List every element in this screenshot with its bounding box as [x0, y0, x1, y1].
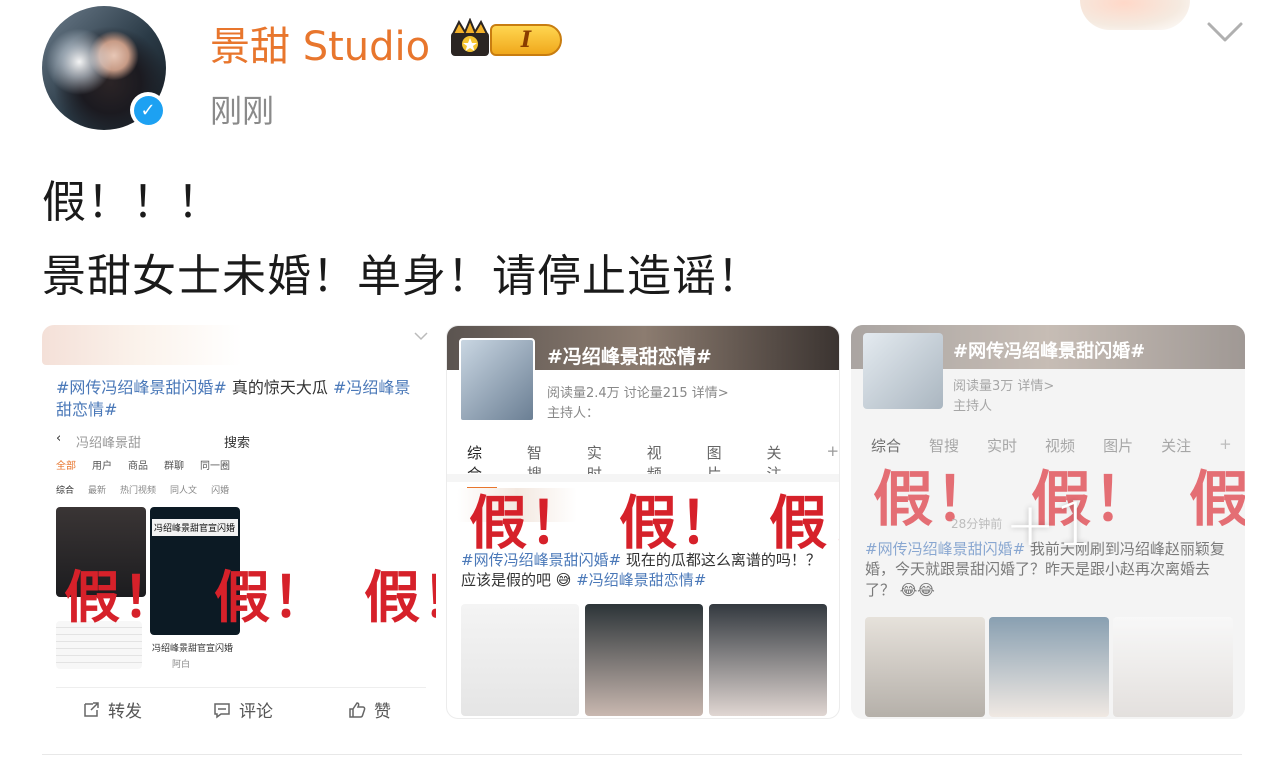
fake-overlay-word: 假！	[769, 489, 839, 557]
fake-overlay-word: 假！	[214, 565, 330, 631]
comment-button[interactable]: 评论	[213, 697, 273, 722]
post-text-line2: 景甜女士未婚！单身！请停止造谣！	[42, 251, 762, 302]
back-icon: ‹	[56, 431, 62, 446]
like-button[interactable]: 赞	[348, 697, 391, 722]
topic-stats: 阅读量2.4万 讨论量215 详情>	[547, 386, 729, 401]
vip-level-badge: I	[490, 24, 562, 56]
comment-label: 评论	[239, 702, 273, 722]
fake-overlay-word: 假！	[64, 565, 180, 631]
verified-icon: ✓	[133, 95, 163, 125]
video-title: 冯绍峰景甜官宣闪婚	[152, 519, 238, 536]
like-label: 赞	[374, 702, 391, 722]
divider	[42, 754, 1242, 755]
fake-overlay-word: 假！	[469, 489, 590, 557]
like-icon	[349, 701, 366, 718]
blurred-header	[42, 325, 242, 365]
image-preview	[709, 604, 827, 716]
comment-icon	[214, 702, 230, 718]
topic-cover	[459, 338, 535, 422]
decoration-sticker	[1080, 0, 1190, 30]
topic-title: #冯绍峰景甜恋情#	[547, 346, 712, 368]
repost-button[interactable]: 转发	[82, 697, 142, 722]
post-snippet: 真的惊天大瓜	[226, 378, 334, 397]
fake-overlay: 假！ 假！ 假！	[469, 476, 839, 560]
more-images-count[interactable]: +1	[1005, 490, 1093, 560]
verified-badge: ✓	[130, 92, 166, 128]
fake-overlay: 假！ 假！ 假！	[64, 553, 436, 634]
search-query: 冯绍峰景甜	[76, 436, 142, 451]
fake-overlay-word: 假！	[619, 489, 740, 557]
post-text-line1: 假！！！	[42, 177, 222, 228]
post-image-1[interactable]: #网传冯绍峰景甜闪婚# 真的惊天大瓜 #冯绍峰景甜恋情# ‹ 冯绍峰景甜 搜索 …	[42, 325, 436, 719]
image-preview	[585, 604, 703, 716]
hashtag-link[interactable]: #网传冯绍峰景甜闪婚#	[461, 551, 621, 569]
crown-icon	[451, 18, 489, 56]
search-subtabs: 综合 最新 热门视频 同人文 闪婚	[56, 486, 230, 496]
topic-host: 主持人：	[547, 406, 600, 421]
video-caption: 冯绍峰景甜官宣闪婚	[152, 644, 234, 654]
chevron-down-icon	[414, 332, 428, 341]
image-preview	[461, 604, 579, 716]
post-timestamp: 刚刚	[210, 92, 275, 130]
hashtag-link[interactable]: #网传冯绍峰景甜闪婚#	[56, 378, 227, 397]
user-name-small: 阿白	[172, 660, 191, 670]
hashtag-link[interactable]: #冯绍峰景甜恋情#	[576, 571, 706, 589]
post-image-2[interactable]: #冯绍峰景甜恋情# 阅读量2.4万 讨论量215 详情> 主持人： 综合智搜实时…	[446, 325, 840, 719]
search-button: 搜索	[224, 436, 251, 451]
search-tabs: 全部 用户 商品 群聊 同一圈	[56, 461, 230, 472]
chevron-down-icon[interactable]	[1205, 18, 1245, 46]
repost-label: 转发	[108, 702, 142, 722]
username[interactable]: 景甜 Studio	[210, 14, 430, 72]
fake-overlay-word: 假！	[364, 565, 436, 631]
repost-icon	[84, 701, 99, 717]
